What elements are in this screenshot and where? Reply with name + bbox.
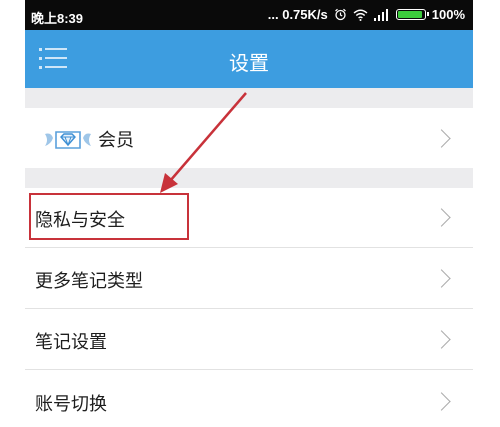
status-right-group: ... 0.75K/s 100% <box>268 7 465 22</box>
network-speed: ... 0.75K/s <box>267 7 328 22</box>
chevron-right-icon <box>432 129 451 148</box>
page-title: 设置 <box>229 51 269 75</box>
settings-item-note-settings[interactable]: 笔记设置 <box>25 309 473 369</box>
phone-screen: 晚上8:39 ... 0.75K/s 100% 设置 会员 隐私与安全 更多笔记… <box>25 0 473 427</box>
battery-level-fill <box>397 11 422 18</box>
settings-item-label: 笔记设置 <box>35 332 107 353</box>
chevron-right-icon <box>432 330 451 349</box>
settings-item-switch-account[interactable]: 账号切换 <box>25 370 473 427</box>
wifi-icon <box>353 9 368 21</box>
status-time: 晚上8:39 <box>31 11 84 26</box>
alarm-icon <box>334 8 346 21</box>
highlight-box <box>29 193 189 240</box>
battery-icon <box>395 9 429 20</box>
settings-item-more-note-types[interactable]: 更多笔记类型 <box>25 248 473 308</box>
settings-item-label: 更多笔记类型 <box>35 271 143 292</box>
settings-item-label: 会员 <box>98 130 134 151</box>
settings-item-member[interactable]: 会员 <box>25 108 473 168</box>
chevron-right-icon <box>432 208 451 227</box>
status-bar: 晚上8:39 ... 0.75K/s 100% <box>25 0 473 30</box>
chevron-right-icon <box>432 269 451 288</box>
chevron-right-icon <box>432 392 451 411</box>
vip-diamond-icon <box>45 131 91 149</box>
battery-percent: 100% <box>431 7 465 22</box>
settings-item-label: 账号切换 <box>35 394 107 415</box>
app-header: 设置 <box>25 30 473 88</box>
signal-icon <box>373 8 388 21</box>
